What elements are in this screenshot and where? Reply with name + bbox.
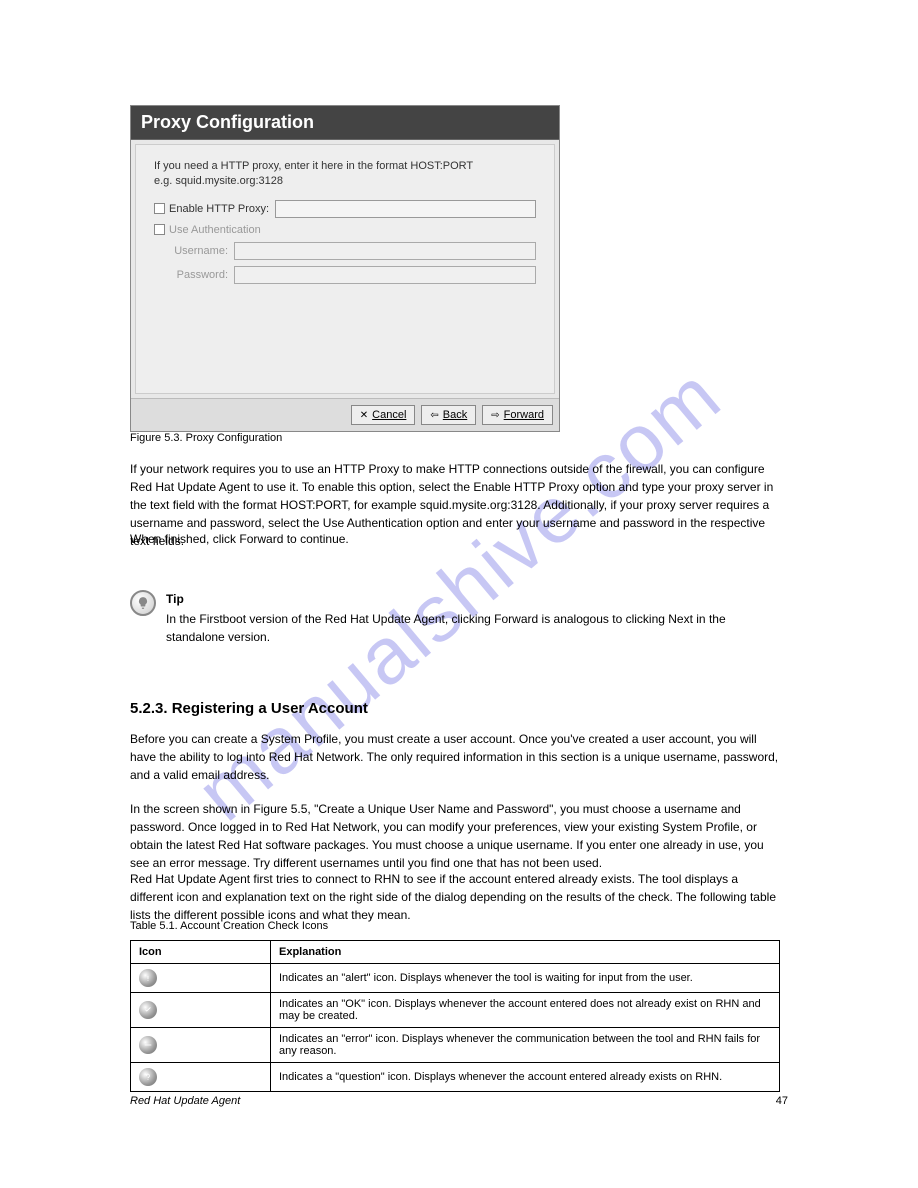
paragraph-forward: When finished, click Forward to continue…	[130, 530, 780, 548]
intro-text: If you need a HTTP proxy, enter it here …	[154, 159, 536, 190]
footer-title: Red Hat Update Agent	[130, 1095, 240, 1107]
cell-desc: Indicates an "error" icon. Displays when…	[271, 1028, 780, 1063]
forward-button[interactable]: ⇨ Forward	[482, 405, 553, 425]
username-label: Username:	[166, 245, 228, 257]
tip-body: In the Firstboot version of the Red Hat …	[166, 610, 780, 646]
table-caption: Table 5.1. Account Creation Check Icons	[130, 920, 328, 932]
th-icon: Icon	[131, 941, 271, 964]
back-arrow-icon: ⇦	[430, 410, 438, 421]
cell-desc: Indicates an "alert" icon. Displays when…	[271, 964, 780, 993]
lightbulb-icon	[130, 590, 156, 616]
cancel-button[interactable]: ✕ Cancel	[351, 405, 416, 425]
dialog-title: Proxy Configuration	[131, 106, 559, 140]
back-button[interactable]: ⇦ Back	[421, 405, 476, 425]
ok-icon	[139, 1001, 157, 1019]
error-icon	[139, 1036, 157, 1054]
proxy-host-input[interactable]	[275, 200, 536, 218]
alert-icon	[139, 969, 157, 987]
use-auth-label: Use Authentication	[169, 224, 261, 236]
paragraph-reg3: Red Hat Update Agent first tries to conn…	[130, 870, 780, 924]
page-number: 47	[776, 1095, 788, 1107]
tip-block: Tip In the Firstboot version of the Red …	[130, 590, 780, 646]
question-icon	[139, 1068, 157, 1086]
status-table: Icon Explanation Indicates an "alert" ic…	[130, 940, 780, 1092]
enable-proxy-checkbox[interactable]	[154, 203, 165, 214]
proxy-dialog: Proxy Configuration If you need a HTTP p…	[130, 105, 560, 432]
password-label: Password:	[166, 269, 228, 281]
forward-arrow-icon: ⇨	[491, 410, 499, 421]
table-row: Indicates an "alert" icon. Displays when…	[131, 964, 780, 993]
paragraph-reg2: In the screen shown in Figure 5.5, "Crea…	[130, 800, 780, 872]
paragraph-reg1: Before you can create a System Profile, …	[130, 730, 780, 784]
table-row: Indicates an "OK" icon. Displays wheneve…	[131, 993, 780, 1028]
table-row: Indicates a "question" icon. Displays wh…	[131, 1063, 780, 1092]
cancel-icon: ✕	[360, 410, 368, 421]
tip-title: Tip	[166, 590, 780, 608]
cell-desc: Indicates an "OK" icon. Displays wheneve…	[271, 993, 780, 1028]
th-desc: Explanation	[271, 941, 780, 964]
dialog-figure: Proxy Configuration If you need a HTTP p…	[130, 105, 560, 432]
cell-desc: Indicates a "question" icon. Displays wh…	[271, 1063, 780, 1092]
username-input[interactable]	[234, 242, 536, 260]
figure-caption: Figure 5.3. Proxy Configuration	[130, 430, 780, 447]
enable-proxy-label: Enable HTTP Proxy:	[169, 203, 269, 215]
section-heading: 5.2.3. Registering a User Account	[130, 700, 368, 717]
password-input[interactable]	[234, 266, 536, 284]
table-row: Indicates an "error" icon. Displays when…	[131, 1028, 780, 1063]
use-auth-checkbox[interactable]	[154, 224, 165, 235]
